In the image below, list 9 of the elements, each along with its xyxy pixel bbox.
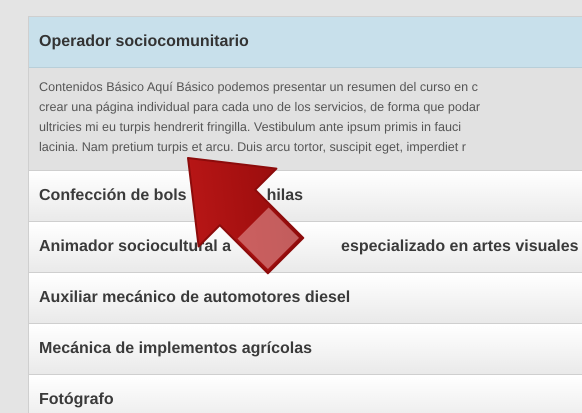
section-title[interactable]: Confección de bols [39, 187, 187, 205]
section-title[interactable]: Mecánica de implementos agrícolas [39, 340, 312, 358]
section-header[interactable]: Operador sociocomunitario [29, 17, 582, 68]
section-title[interactable]: Fotógrafo [39, 391, 114, 409]
section-title[interactable]: hilas [266, 187, 304, 205]
section-title[interactable]: Auxiliar mecánico de automotores diesel [39, 289, 350, 307]
section-description: Contenidos Básico Aquí Básico podemos presentar un resumen del curso en c crear una página individual para cada uno de los servicios, de forma que podar ultricies mi eu turpis hendrerit fringilla. Vestibulum ante ipsum primis in fauci lacinia. Nam pretium turpis et arcu. Duis arcu tortor, suscipit eget, imperdiet r [29, 68, 582, 170]
section-title[interactable]: Animador sociocultural a [39, 238, 232, 256]
section-title[interactable]: especializado en artes visuales [341, 238, 579, 256]
